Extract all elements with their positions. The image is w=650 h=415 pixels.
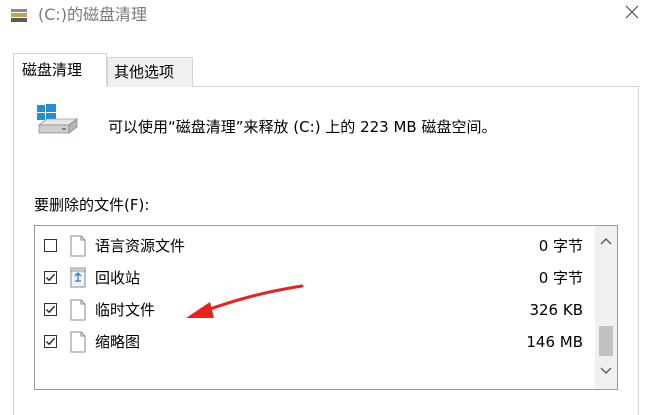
checkmark-icon bbox=[46, 337, 56, 346]
recycle-bin-icon bbox=[70, 267, 86, 288]
scroll-down-button[interactable] bbox=[595, 360, 617, 380]
disk-cleanup-window: (C:)的磁盘清理 磁盘清理 其他选项 可以使用“磁盘清理”来释放 (C:) 上… bbox=[0, 0, 650, 415]
free-space-message: 可以使用“磁盘清理”来释放 (C:) 上的 223 MB 磁盘空间。 bbox=[108, 118, 497, 136]
list-item-label: 语言资源文件 bbox=[95, 237, 186, 255]
checkbox-checked[interactable] bbox=[44, 335, 57, 348]
list-item[interactable]: 回收站 0 字节 bbox=[35, 263, 593, 295]
list-item-size: 0 字节 bbox=[538, 269, 583, 287]
checkbox-checked[interactable] bbox=[44, 271, 57, 284]
close-icon bbox=[625, 5, 639, 19]
chevron-up-icon bbox=[600, 237, 612, 245]
list-item-size: 326 KB bbox=[529, 301, 583, 319]
disk-cleanup-app-icon bbox=[11, 9, 27, 22]
checkmark-icon bbox=[46, 305, 56, 314]
scroll-thumb[interactable] bbox=[599, 326, 613, 356]
close-button[interactable] bbox=[614, 0, 650, 30]
file-icon bbox=[70, 331, 86, 353]
title-bar: (C:)的磁盘清理 bbox=[0, 0, 650, 32]
file-icon bbox=[70, 235, 86, 257]
list-item[interactable]: 临时文件 326 KB bbox=[35, 295, 593, 327]
list-item-label: 临时文件 bbox=[95, 301, 156, 319]
list-item[interactable]: 语言资源文件 0 字节 bbox=[35, 231, 593, 263]
checkbox-unchecked[interactable] bbox=[44, 239, 57, 252]
list-scrollbar[interactable] bbox=[595, 226, 617, 389]
tab-disk-cleanup[interactable]: 磁盘清理 bbox=[13, 53, 107, 87]
files-to-delete-label: 要删除的文件(F): bbox=[34, 196, 150, 214]
list-item[interactable]: 缩略图 146 MB bbox=[35, 327, 593, 359]
checkbox-checked[interactable] bbox=[44, 303, 57, 316]
drive-icon bbox=[37, 104, 79, 134]
chevron-down-icon bbox=[600, 367, 612, 375]
files-list[interactable]: 语言资源文件 0 字节 回收站 0 字节 临时文件 326 KB 缩略图 146… bbox=[34, 225, 618, 390]
scroll-up-button[interactable] bbox=[595, 232, 617, 252]
file-icon bbox=[70, 299, 86, 321]
list-item-label: 缩略图 bbox=[95, 333, 141, 351]
list-item-label: 回收站 bbox=[95, 269, 141, 287]
window-title: (C:)的磁盘清理 bbox=[38, 5, 148, 24]
list-item-size: 0 字节 bbox=[538, 237, 583, 255]
tab-more-options[interactable]: 其他选项 bbox=[107, 57, 193, 87]
list-item-size: 146 MB bbox=[526, 333, 583, 351]
checkmark-icon bbox=[46, 273, 56, 282]
